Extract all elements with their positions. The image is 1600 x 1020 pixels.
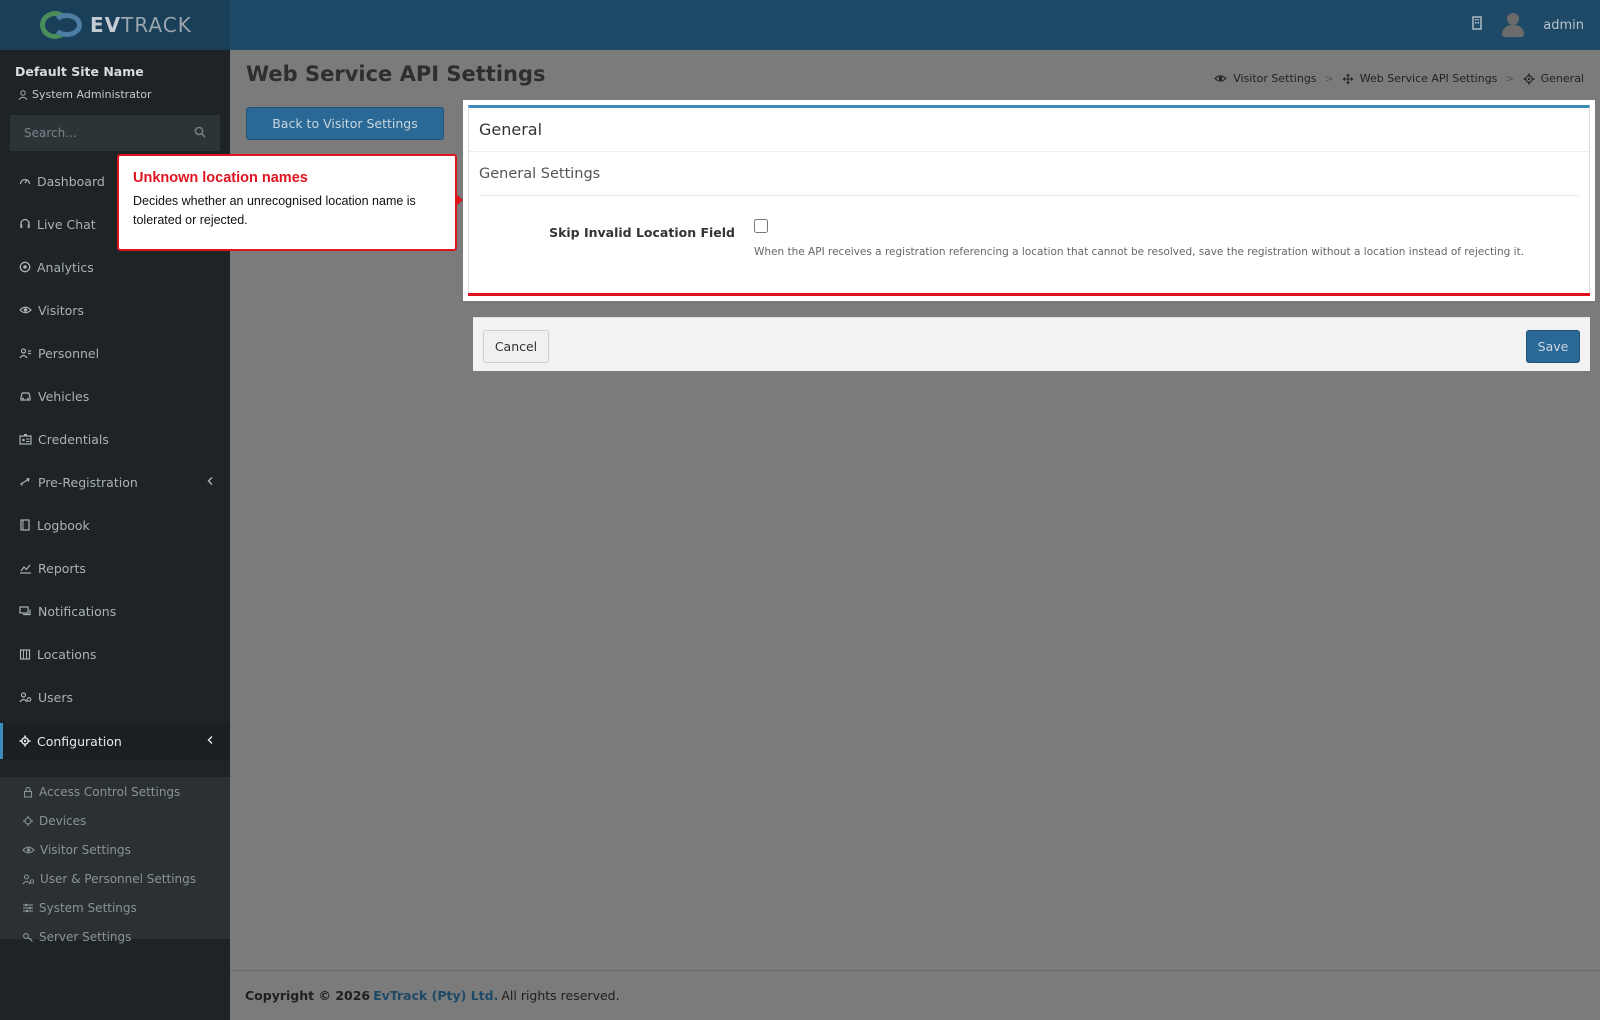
- breadcrumb-general: General: [1540, 72, 1584, 85]
- user-avatar[interactable]: [1501, 11, 1525, 39]
- chevron-left-icon[interactable]: [206, 476, 214, 486]
- breadcrumb-separator: >: [1324, 72, 1334, 85]
- site-name: Default Site Name: [15, 64, 144, 79]
- user-name[interactable]: admin: [1543, 18, 1584, 33]
- skip-invalid-location-label: Skip Invalid Location Field: [549, 225, 735, 240]
- key-icon: [23, 933, 33, 942]
- sidebar-item-pre-registration[interactable]: Pre-Registration: [0, 464, 230, 500]
- sidebar-item-credentials[interactable]: Credentials: [0, 421, 230, 457]
- page-title: Web Service API Settings: [246, 62, 546, 86]
- submenu-item-user-personnel-settings[interactable]: User & Personnel Settings: [22, 867, 196, 891]
- eye-icon: [1214, 75, 1228, 82]
- users-icon: [22, 874, 35, 885]
- callout-text: Decides whether an unrecognised location…: [133, 194, 416, 227]
- user-role: System Administrator: [18, 88, 152, 101]
- skip-invalid-location-checkbox[interactable]: [754, 219, 768, 233]
- top-bar: EVTRACK admin: [0, 0, 1600, 50]
- brand-logo[interactable]: EVTRACK: [0, 0, 230, 50]
- submenu-item-visitor-settings[interactable]: Visitor Settings: [22, 838, 131, 862]
- help-callout: Unknown location names Decides whether a…: [117, 154, 463, 251]
- users-icon: [19, 692, 32, 703]
- exchange-icon: [20, 477, 30, 486]
- sidebar-item-logbook[interactable]: Logbook: [0, 507, 230, 543]
- submenu-item-devices[interactable]: Devices: [22, 809, 86, 833]
- page-footer: Copyright © 2026 EvTrack (Pty) Ltd. All …: [230, 970, 1600, 1020]
- sidebar-search: [10, 115, 220, 151]
- sidebar-item-configuration[interactable]: Configuration: [0, 723, 230, 759]
- sidebar-item-reports[interactable]: Reports: [0, 550, 230, 586]
- section-title: General Settings: [479, 166, 601, 182]
- rights-text: All rights reserved.: [501, 988, 620, 1003]
- search-input[interactable]: [10, 115, 180, 151]
- sidebar-item-vehicles[interactable]: Vehicles: [0, 378, 230, 414]
- id-card-icon: [19, 434, 32, 445]
- save-button[interactable]: Save: [1526, 330, 1580, 363]
- headset-icon: [20, 218, 30, 228]
- sidebar-item-personnel[interactable]: Personnel: [0, 335, 230, 371]
- copyright-text: Copyright © 2026: [245, 988, 371, 1003]
- building-icon: [19, 649, 31, 660]
- eye-icon: [19, 306, 32, 314]
- sliders-icon: [23, 903, 33, 913]
- book-icon: [20, 519, 30, 531]
- back-to-visitor-settings-button[interactable]: Back to Visitor Settings: [246, 107, 444, 140]
- breadcrumb-separator: >: [1505, 72, 1515, 85]
- building-icon[interactable]: [1471, 16, 1483, 34]
- brand-name: EVTRACK: [90, 13, 192, 37]
- dashboard-icon: [19, 178, 31, 185]
- search-icon[interactable]: [194, 126, 206, 138]
- sidebar-item-visitors[interactable]: Visitors: [0, 292, 230, 328]
- chart-icon: [20, 564, 31, 574]
- eye-icon: [22, 846, 35, 854]
- target-icon: [19, 261, 31, 273]
- card-title: General: [469, 108, 1589, 152]
- user-group-icon: [19, 348, 31, 359]
- sidebar-item-users[interactable]: Users: [0, 679, 230, 715]
- breadcrumb-visitor-settings[interactable]: Visitor Settings: [1233, 72, 1316, 85]
- sidebar-item-analytics[interactable]: Analytics: [0, 249, 230, 285]
- general-settings-card: General General Settings Skip Invalid Lo…: [463, 100, 1595, 301]
- chevron-left-icon[interactable]: [206, 735, 214, 745]
- skip-invalid-location-help: When the API receives a registration ref…: [754, 246, 1525, 258]
- chat-icon: [19, 606, 31, 616]
- cancel-button[interactable]: Cancel: [483, 330, 549, 363]
- lock-icon: [23, 786, 33, 798]
- company-link[interactable]: EvTrack (Pty) Ltd.: [373, 988, 498, 1003]
- sidebar-item-locations[interactable]: Locations: [0, 636, 230, 672]
- gear-icon: [19, 735, 31, 747]
- submenu-item-access-control[interactable]: Access Control Settings: [22, 780, 180, 804]
- car-icon: [20, 392, 31, 401]
- logo-mark-icon: [40, 9, 84, 41]
- move-icon: [1342, 73, 1354, 84]
- breadcrumb-web-service-api[interactable]: Web Service API Settings: [1360, 72, 1498, 85]
- section-divider: [479, 195, 1579, 196]
- breadcrumb: Visitor Settings > Web Service API Setti…: [1214, 72, 1584, 85]
- configuration-submenu: Access Control Settings Devices Visitor …: [0, 777, 230, 944]
- submenu-item-system-settings[interactable]: System Settings: [22, 896, 137, 920]
- callout-title: Unknown location names: [133, 170, 308, 186]
- gear-icon: [1523, 73, 1535, 84]
- submenu-item-server-settings[interactable]: Server Settings: [22, 925, 131, 949]
- device-icon: [23, 816, 33, 826]
- user-icon: [18, 89, 28, 100]
- form-actions: Cancel Save: [473, 317, 1590, 371]
- sidebar-item-notifications[interactable]: Notifications: [0, 593, 230, 629]
